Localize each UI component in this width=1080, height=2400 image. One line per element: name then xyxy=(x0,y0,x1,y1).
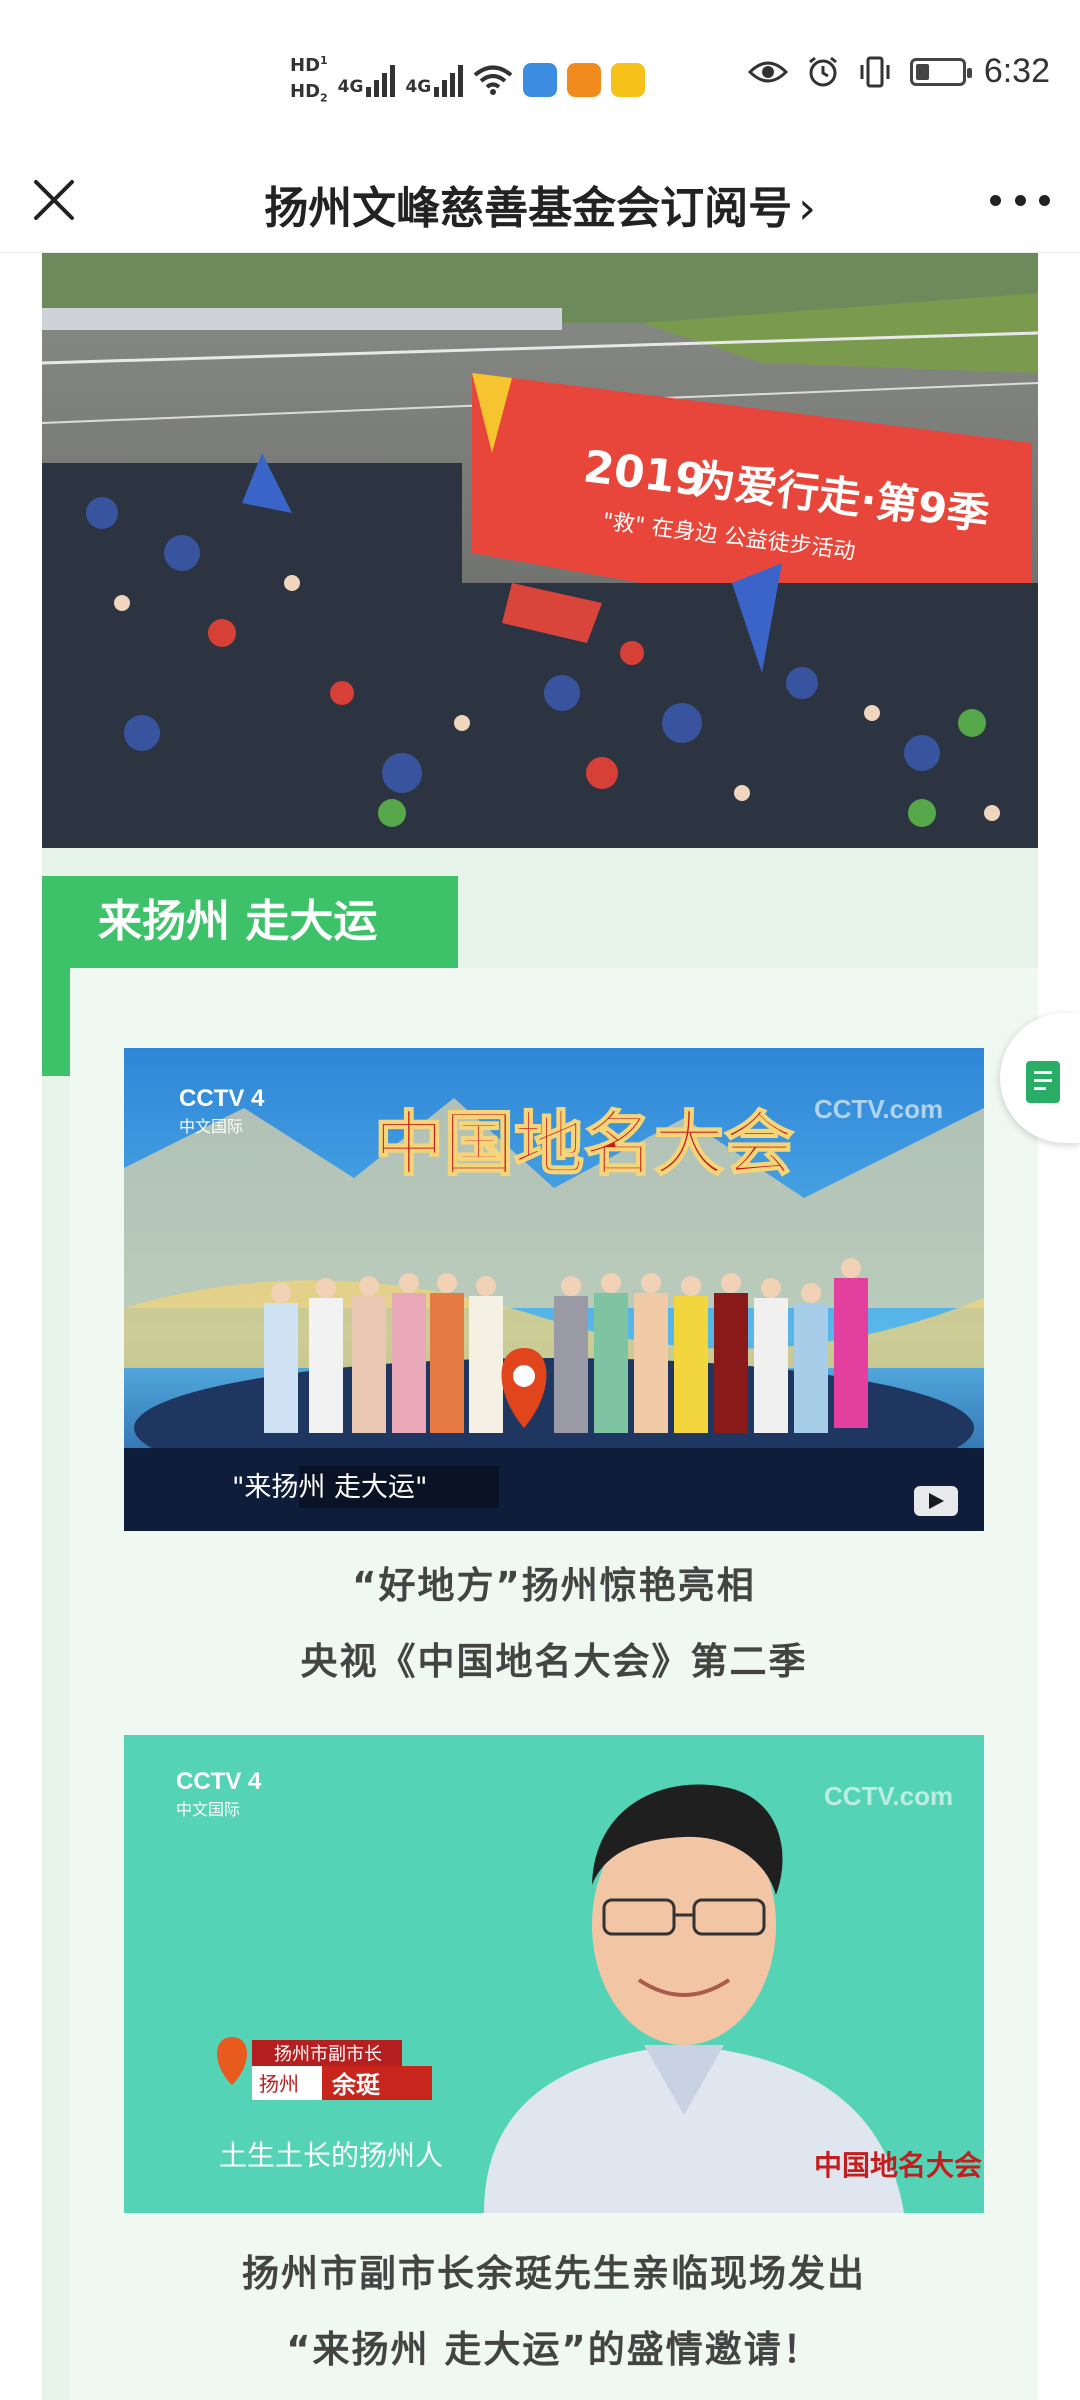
watermark-1: CCTV.com xyxy=(814,1094,943,1124)
video-thumbnail-1[interactable]: CCTV 4 中文国际 CCTV.com 中国地名大会 "来扬州 走大运" xyxy=(124,1048,984,1531)
video-subtitle-2: 土生土长的扬州人 xyxy=(219,2139,443,2172)
channel-logo-2: CCTV 4 xyxy=(176,1768,262,1795)
wifi-icon xyxy=(473,65,513,95)
document-icon xyxy=(1026,1061,1060,1103)
signal-bars-icon xyxy=(366,63,396,97)
eye-icon xyxy=(747,61,788,82)
chevron-right-icon[interactable]: › xyxy=(798,183,816,234)
watermark-2: CCTV.com xyxy=(824,1781,953,1811)
status-left: HD1 HD2 4G 4G xyxy=(290,48,646,112)
badge-name: 余珽 xyxy=(331,2071,381,2099)
dot-icon xyxy=(990,194,1001,206)
hd-indicator: HD1 HD2 xyxy=(290,54,328,105)
nav-bar: 扬州文峰慈善基金会订阅号 › xyxy=(0,150,1080,253)
dot-icon xyxy=(1014,194,1026,206)
network-type-2: 4G xyxy=(405,76,432,97)
alarm-icon xyxy=(808,56,837,86)
video-subtitle-1: "来扬州 走大运" xyxy=(232,1472,427,1503)
signal-bars-icon xyxy=(434,63,464,97)
clock: 6:32 xyxy=(983,52,1050,90)
channel-sub-2: 中文国际 xyxy=(176,1800,240,1819)
video-thumbnail-2[interactable]: CCTV 4 中文国际 CCTV.com 扬州市副市长 扬州 余珽 土生土长的扬… xyxy=(124,1735,984,2213)
vibrate-icon xyxy=(860,56,890,87)
status-right: 6:32 xyxy=(747,52,1050,91)
page-title[interactable]: 扬州文峰慈善基金会订阅号 xyxy=(264,183,792,234)
more-options-button[interactable] xyxy=(990,176,1050,224)
battery-icon xyxy=(909,57,972,86)
badge-role: 扬州市副市长 xyxy=(274,2044,382,2065)
channel-logo-1: CCTV 4 xyxy=(179,1085,265,1112)
status-bar: HD1 HD2 4G 4G 6:32 xyxy=(0,0,1080,150)
message-app-icon xyxy=(523,62,558,97)
caption-2-line-2: “来扬州 走大运”的盛情邀请！ xyxy=(286,2328,822,2371)
caption-2-line-1: 扬州市副市长余珽先生亲临现场发出 xyxy=(242,2252,866,2295)
section-heading: 来扬州 走大运 xyxy=(42,876,458,968)
reader-app-icon xyxy=(611,62,646,97)
channel-sub-1: 中文国际 xyxy=(179,1117,243,1136)
hero-photo[interactable]: 2019 为爱行走·第9季 "救" 在身边 公益徒步活动 xyxy=(42,253,1038,848)
caption-1-line-2: 央视《中国地名大会》第二季 xyxy=(300,1640,808,1683)
caption-1-line-1: “好地方”扬州惊艳亮相 xyxy=(352,1564,756,1607)
video-app-icon xyxy=(567,62,602,97)
article-content: 2019 为爱行走·第9季 "救" 在身边 公益徒步活动 来扬州 走大运 CCT… xyxy=(0,253,1080,2400)
network-type-1: 4G xyxy=(337,76,364,97)
signal-1: 4G xyxy=(338,63,396,97)
signal-2: 4G xyxy=(405,63,464,97)
dot-icon xyxy=(1039,194,1050,206)
show-logo-2: 中国地名大会 xyxy=(814,2149,982,2182)
badge-city: 扬州 xyxy=(259,2072,299,2096)
account-title[interactable]: 扬州文峰慈善基金会订阅号 › xyxy=(0,172,1080,236)
show-title: 中国地名大会 xyxy=(374,1102,794,1185)
